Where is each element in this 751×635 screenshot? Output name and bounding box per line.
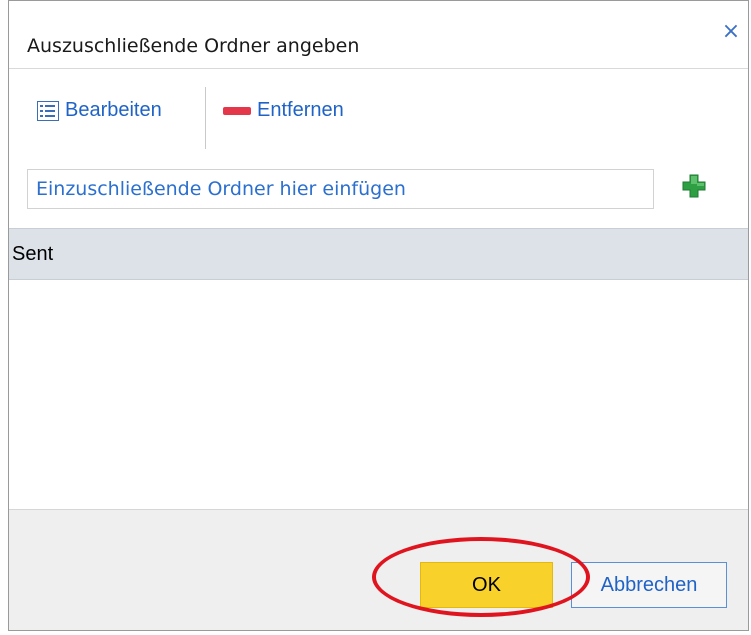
dialog-titlebar: Auszuschließende Ordner angeben × (9, 1, 748, 69)
edit-button-label: Bearbeiten (65, 99, 162, 121)
minus-icon (223, 106, 251, 115)
edit-button[interactable]: Bearbeiten (37, 99, 162, 122)
remove-button-label: Entfernen (257, 99, 344, 121)
close-icon[interactable]: × (720, 21, 742, 43)
dialog-title: Auszuschließende Ordner angeben (27, 35, 360, 57)
ok-button[interactable]: OK (420, 562, 553, 608)
remove-button[interactable]: Entfernen (223, 99, 344, 122)
toolbar-separator (205, 87, 206, 149)
toolbar: Bearbeiten Entfernen (9, 69, 748, 155)
folder-list-item[interactable]: Sent (9, 228, 748, 280)
dialog-footer: OK Abbrechen (9, 509, 748, 630)
exclude-folders-dialog: Auszuschließende Ordner angeben × Bearbe… (8, 0, 749, 631)
plus-icon[interactable] (681, 173, 707, 199)
folder-input[interactable] (28, 170, 653, 208)
folder-list-item-label: Sent (12, 242, 54, 265)
folder-input-wrapper (27, 169, 654, 209)
list-edit-icon (37, 100, 59, 121)
folder-list: Sent (9, 228, 748, 511)
cancel-button[interactable]: Abbrechen (571, 562, 727, 608)
